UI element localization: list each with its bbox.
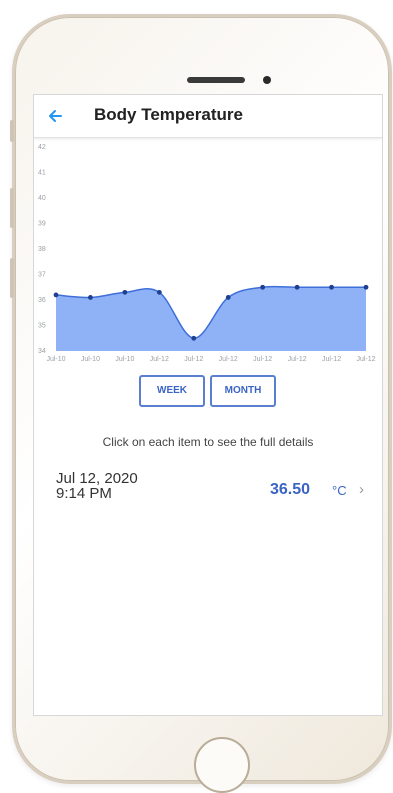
reading-datetime: Jul 12, 2020 9:14 PM [56,471,138,501]
app-screen: Body Temperature 34 35 36 37 38 39 40 41 42 Jul-1… [33,94,383,716]
chevron-right-icon: › [359,481,364,498]
data-point[interactable] [329,284,334,290]
temperature-chart: 34 35 36 37 38 39 40 41 42 Jul-10 Jul-10 Jul-10 Jul-… [38,144,376,363]
x-tick-label: Jul-10 [46,356,65,363]
x-tick-label: Jul-12 [150,356,169,363]
volume-down-button [10,258,14,298]
y-tick-label: 38 [38,246,46,253]
y-tick-label: 35 [38,323,46,330]
x-tick-label: Jul-10 [115,356,134,363]
y-tick-label: 36 [38,297,46,304]
y-tick-label: 41 [38,170,46,177]
x-tick-label: Jul-12 [219,356,238,363]
data-point[interactable] [53,292,59,298]
arrow-left-icon[interactable] [46,107,64,125]
front-camera [263,76,271,84]
mute-switch [10,120,14,142]
instruction-text: Click on each item to see the full detai… [102,435,314,449]
y-tick-label: 37 [38,272,46,279]
data-point[interactable] [88,295,93,300]
reading-unit: °C [332,483,347,498]
y-tick-label: 42 [38,144,46,151]
page-title: Body Temperature [94,105,243,124]
x-tick-label: Jul-12 [253,356,272,363]
x-tick-label: Jul-12 [322,356,341,363]
y-tick-label: 40 [38,195,46,202]
x-tick-label: Jul-12 [356,356,375,363]
data-point[interactable] [294,284,300,290]
reading-value: 36.50 [270,481,311,498]
data-point[interactable] [191,335,197,341]
data-point[interactable] [122,289,128,295]
x-tick-label: Jul-12 [184,356,203,363]
reading-time: 9:14 PM [56,485,112,502]
home-button[interactable] [194,737,250,793]
data-point[interactable] [225,295,231,300]
speaker-grille [187,77,245,83]
volume-up-button [10,188,14,228]
reading-date: Jul 12, 2020 [56,470,138,487]
week-button[interactable]: WEEK [139,375,205,407]
month-button[interactable]: MONTH [210,375,276,407]
reading-list-item[interactable]: Jul 12, 2020 9:14 PM 36.50 °C › [34,467,382,509]
y-tick-label: 34 [38,348,46,355]
app-bar: Body Temperature [34,95,382,138]
x-tick-label: Jul-12 [288,356,307,363]
data-point[interactable] [363,284,369,290]
y-tick-label: 39 [38,221,46,228]
data-point[interactable] [156,289,162,295]
x-tick-label: Jul-10 [81,356,100,363]
data-point[interactable] [260,284,266,290]
